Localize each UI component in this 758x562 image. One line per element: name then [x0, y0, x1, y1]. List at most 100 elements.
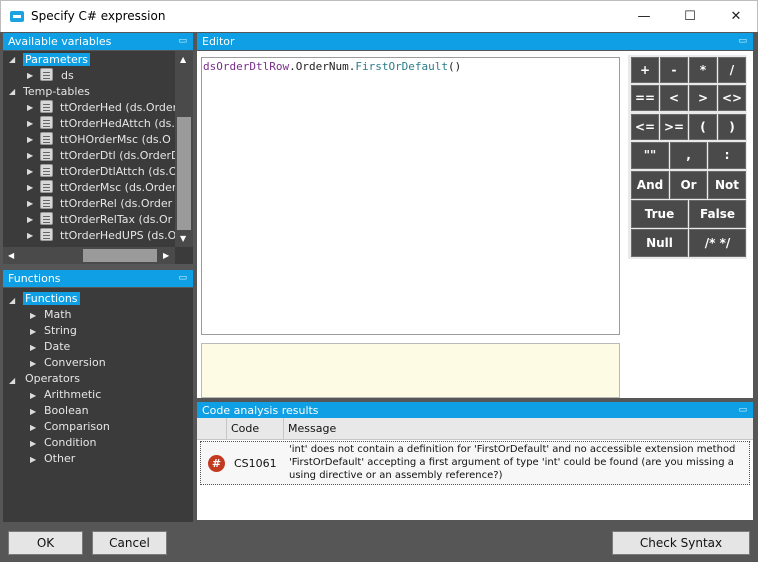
key-multiply[interactable]: *	[689, 57, 717, 83]
column-divider	[283, 418, 284, 440]
tree-node-table[interactable]: ttOrderDtlAttch (ds.Or	[60, 164, 182, 180]
expand-icon[interactable]: ▶	[27, 135, 33, 144]
table-icon	[40, 196, 53, 209]
close-button[interactable]: ✕	[713, 1, 758, 33]
expand-icon[interactable]: ▶	[27, 167, 33, 176]
tree-node-string[interactable]: String	[44, 323, 77, 339]
key-plus[interactable]: +	[631, 57, 659, 83]
variables-panel-title: Available variables	[8, 35, 112, 48]
pin-icon[interactable]: ▭	[738, 33, 747, 50]
expand-icon[interactable]: ▶	[30, 391, 36, 400]
key-not-equal[interactable]: <>	[718, 85, 746, 111]
key-open-paren[interactable]: (	[689, 114, 717, 140]
check-syntax-button[interactable]: Check Syntax	[612, 531, 750, 555]
scroll-right-icon[interactable]: ▶	[163, 251, 169, 260]
ok-button[interactable]: OK	[8, 531, 83, 555]
tree-node-table[interactable]: ttOrderHedAttch (ds.	[60, 116, 175, 132]
key-false[interactable]: False	[689, 200, 746, 228]
expand-icon[interactable]: ▶	[27, 199, 33, 208]
key-comma[interactable]: ,	[670, 142, 707, 169]
key-greater-equal[interactable]: >=	[660, 114, 688, 140]
key-minus[interactable]: -	[660, 57, 688, 83]
key-less-than[interactable]: <	[660, 85, 688, 111]
vertical-scrollbar-thumb[interactable]	[177, 117, 191, 230]
tree-node-operators[interactable]: Operators	[25, 371, 80, 387]
expand-icon[interactable]: ▶	[27, 103, 33, 112]
cancel-button[interactable]: Cancel	[92, 531, 167, 555]
title-bar: Specify C# expression — ☐ ✕	[0, 0, 758, 32]
pin-icon[interactable]: ▭	[178, 270, 187, 287]
key-less-equal[interactable]: <=	[631, 114, 659, 140]
expression-editor[interactable]: dsOrderDtlRow.OrderNum.FirstOrDefault()	[201, 57, 620, 335]
tree-node-table[interactable]: ttOrderRelTax (ds.Or	[60, 212, 172, 228]
tree-node-temp-tables[interactable]: Temp-tables	[23, 84, 90, 100]
tree-node-comparison[interactable]: Comparison	[44, 419, 110, 435]
tree-node-other[interactable]: Other	[44, 451, 75, 467]
scroll-up-icon[interactable]: ▲	[180, 55, 186, 64]
key-true[interactable]: True	[631, 200, 688, 228]
expand-icon[interactable]: ▶	[30, 327, 36, 336]
horizontal-scrollbar-thumb[interactable]	[83, 249, 157, 262]
key-divide[interactable]: /	[718, 57, 746, 83]
expand-icon[interactable]: ▶	[27, 183, 33, 192]
expand-icon[interactable]: ▶	[30, 311, 36, 320]
expand-icon[interactable]: ▶	[30, 455, 36, 464]
key-close-paren[interactable]: )	[718, 114, 746, 140]
tree-node-condition[interactable]: Condition	[44, 435, 97, 451]
table-row[interactable]: # CS1061 'int' does not contain a defini…	[200, 441, 750, 485]
scroll-left-icon[interactable]: ◀	[8, 251, 14, 260]
tree-node-table[interactable]: ttOrderHedUPS (ds.O	[60, 228, 176, 244]
column-header-code[interactable]: Code	[231, 422, 259, 435]
tree-node-table[interactable]: ttOrderRel (ds.Order	[60, 196, 172, 212]
key-quotes[interactable]: ""	[631, 142, 669, 169]
expand-icon[interactable]: ▶	[27, 231, 33, 240]
pin-icon[interactable]: ▭	[178, 33, 187, 50]
pin-icon[interactable]: ▭	[738, 402, 747, 419]
expand-icon[interactable]: ▶	[27, 71, 33, 80]
tree-node-arithmetic[interactable]: Arithmetic	[44, 387, 101, 403]
key-and[interactable]: And	[631, 171, 669, 199]
maximize-button[interactable]: ☐	[667, 1, 713, 33]
tree-node-math[interactable]: Math	[44, 307, 72, 323]
expand-icon[interactable]: ▶	[27, 151, 33, 160]
key-colon[interactable]: :	[708, 142, 746, 169]
tree-node-conversion[interactable]: Conversion	[44, 355, 106, 371]
expand-icon[interactable]: ▶	[27, 119, 33, 128]
table-icon	[40, 116, 53, 129]
expand-icon[interactable]: ▶	[30, 439, 36, 448]
key-comment[interactable]: /* */	[689, 229, 746, 257]
expand-icon[interactable]: ▶	[30, 343, 36, 352]
expand-icon[interactable]: ▶	[30, 423, 36, 432]
key-null[interactable]: Null	[631, 229, 688, 257]
key-equals[interactable]: ==	[631, 85, 659, 111]
app-icon	[10, 11, 24, 22]
variables-tree: ◢ Parameters ▶ ds ◢ Temp-tables ▶ ttOrde…	[3, 51, 193, 264]
tree-node-parameters[interactable]: Parameters	[23, 52, 90, 68]
variables-panel-header: Available variables ▭	[3, 33, 193, 50]
analysis-panel-header: Code analysis results ▭	[197, 402, 753, 419]
collapse-icon[interactable]: ◢	[9, 87, 15, 96]
tree-node-boolean[interactable]: Boolean	[44, 403, 89, 419]
tree-node-table[interactable]: ttOrderMsc (ds.Order	[60, 180, 176, 196]
expand-icon[interactable]: ▶	[30, 407, 36, 416]
collapse-icon[interactable]: ◢	[9, 55, 15, 64]
tree-node-functions[interactable]: Functions	[23, 291, 80, 307]
collapse-icon[interactable]: ◢	[9, 376, 15, 385]
tree-node-table[interactable]: ttOrderHed (ds.Order	[60, 100, 177, 116]
key-not[interactable]: Not	[708, 171, 746, 199]
code-member: OrderNum	[295, 60, 349, 73]
tree-node-table[interactable]: ttOHOrderMsc (ds.O	[60, 132, 171, 148]
expand-icon[interactable]: ▶	[30, 359, 36, 368]
scroll-down-icon[interactable]: ▼	[180, 234, 186, 243]
expand-icon[interactable]: ▶	[27, 215, 33, 224]
key-or[interactable]: Or	[670, 171, 707, 199]
column-header-message[interactable]: Message	[288, 422, 336, 435]
tree-node-date[interactable]: Date	[44, 339, 70, 355]
results-header-row: Code Message	[197, 418, 753, 440]
collapse-icon[interactable]: ◢	[9, 296, 15, 305]
minimize-button[interactable]: —	[621, 1, 667, 33]
key-greater-than[interactable]: >	[689, 85, 717, 111]
table-icon	[40, 228, 53, 241]
tree-node-table[interactable]: ttOrderDtl (ds.OrderD	[60, 148, 179, 164]
tree-node-ds[interactable]: ds	[61, 68, 74, 84]
